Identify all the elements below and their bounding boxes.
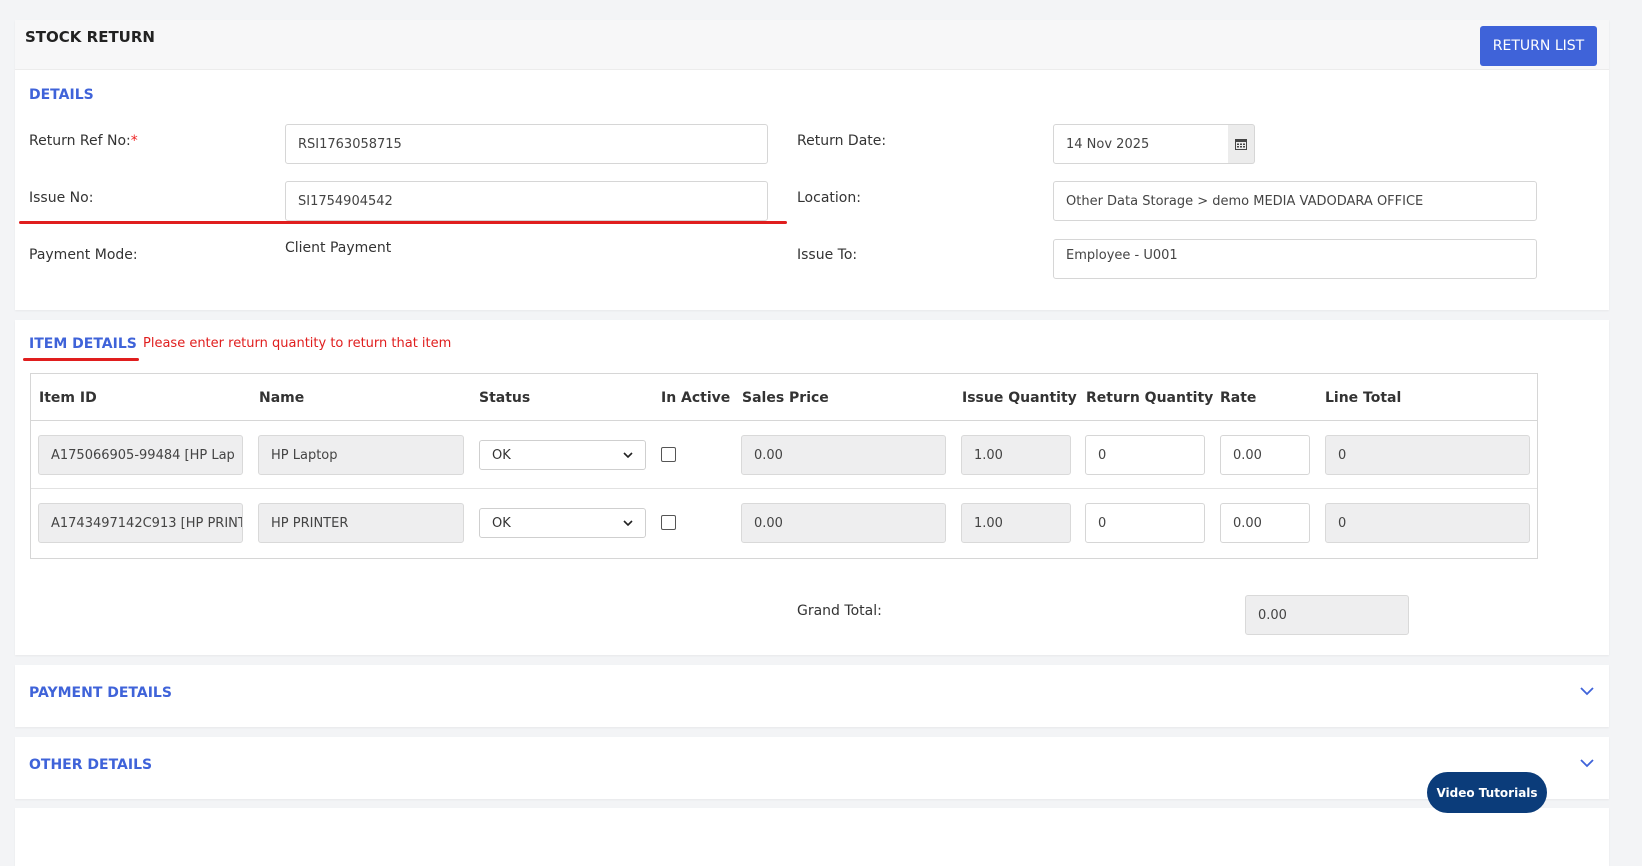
line-total-field[interactable]: 0 [1325, 435, 1530, 475]
status-value: OK [492, 515, 511, 531]
calendar-icon [1235, 139, 1247, 150]
col-header-name: Name [259, 390, 305, 406]
item-details-section: ITEM DETAILS Please enter return quantit… [15, 320, 1609, 655]
col-header-in-active: In Active [661, 390, 731, 406]
video-tutorials-button[interactable]: Video Tutorials [1427, 772, 1547, 813]
return-quantity-field[interactable]: 0 [1085, 435, 1205, 475]
in-active-checkbox[interactable] [661, 515, 676, 530]
row-divider [31, 488, 1537, 489]
line-total-field[interactable]: 0 [1325, 503, 1530, 543]
status-select[interactable]: OK [479, 440, 646, 470]
page-title: STOCK RETURN [25, 28, 155, 46]
location-field[interactable]: Other Data Storage > demo MEDIA VADODARA… [1053, 181, 1537, 221]
col-header-return-quantity: Return Quantity [1086, 390, 1214, 406]
grand-total-field[interactable]: 0.00 [1245, 595, 1409, 635]
return-list-button[interactable]: RETURN LIST [1480, 26, 1597, 66]
sales-price-field[interactable]: 0.00 [741, 503, 946, 543]
item-id-field[interactable]: A1743497142C913 [HP PRINTE [38, 503, 243, 543]
other-details-accordion[interactable]: OTHER DETAILS [15, 737, 1609, 799]
page-header: STOCK RETURN RETURN LIST [15, 20, 1609, 70]
calendar-button[interactable] [1228, 124, 1255, 164]
item-name-field[interactable]: HP Laptop [258, 435, 464, 475]
header-divider [31, 420, 1537, 421]
return-ref-label: Return Ref No:* [29, 133, 138, 149]
col-header-issue-quantity: Issue Quantity [962, 390, 1077, 406]
chevron-down-icon[interactable] [1580, 687, 1594, 696]
item-id-field[interactable]: A175066905-99484 [HP Lap [38, 435, 243, 475]
details-section: DETAILS Return Ref No:* RSI1763058715 Is… [15, 70, 1609, 310]
issue-no-label: Issue No: [29, 190, 94, 206]
rate-field[interactable]: 0.00 [1220, 435, 1310, 475]
return-date-label: Return Date: [797, 133, 887, 149]
bottom-section [15, 808, 1609, 866]
payment-details-title: PAYMENT DETAILS [29, 685, 172, 701]
chevron-down-icon [623, 452, 633, 458]
return-ref-field[interactable]: RSI1763058715 [285, 124, 768, 164]
issue-quantity-field[interactable]: 1.00 [961, 503, 1071, 543]
payment-mode-value: Client Payment [285, 240, 392, 256]
issue-quantity-field[interactable]: 1.00 [961, 435, 1071, 475]
col-header-status: Status [479, 390, 531, 406]
status-value: OK [492, 447, 511, 463]
other-details-title: OTHER DETAILS [29, 757, 153, 773]
item-details-highlight [23, 358, 139, 361]
items-table: Item ID Name Status In Active Sales Pric… [30, 373, 1538, 559]
required-marker: * [130, 133, 138, 149]
return-date-field[interactable]: 14 Nov 2025 [1053, 124, 1229, 164]
in-active-checkbox[interactable] [661, 447, 676, 462]
location-label: Location: [797, 190, 861, 206]
col-header-rate: Rate [1220, 390, 1257, 406]
issue-to-label: Issue To: [797, 247, 858, 263]
issue-to-field[interactable]: Employee - U001 [1053, 239, 1537, 279]
item-details-title: ITEM DETAILS [29, 336, 137, 352]
status-select[interactable]: OK [479, 508, 646, 538]
col-header-line-total: Line Total [1325, 390, 1402, 406]
rate-field[interactable]: 0.00 [1220, 503, 1310, 543]
payment-details-accordion[interactable]: PAYMENT DETAILS [15, 665, 1609, 727]
chevron-down-icon[interactable] [1580, 759, 1594, 768]
return-quantity-field[interactable]: 0 [1085, 503, 1205, 543]
return-quantity-warning: Please enter return quantity to return t… [143, 336, 452, 351]
chevron-down-icon [623, 520, 633, 526]
sales-price-field[interactable]: 0.00 [741, 435, 946, 475]
grand-total-label: Grand Total: [797, 603, 882, 619]
issue-no-field[interactable]: SI1754904542 [285, 181, 768, 221]
col-header-sales-price: Sales Price [742, 390, 829, 406]
details-section-title: DETAILS [29, 87, 94, 103]
issue-no-highlight [19, 221, 787, 224]
payment-mode-label: Payment Mode: [29, 247, 138, 263]
item-name-field[interactable]: HP PRINTER [258, 503, 464, 543]
col-header-item-id: Item ID [39, 390, 97, 406]
